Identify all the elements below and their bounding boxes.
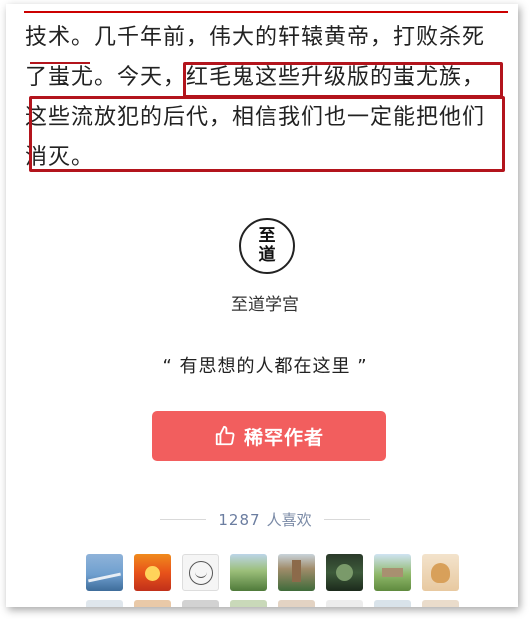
publisher-logo[interactable]: 至 道 [239,218,295,274]
thumbs-up-icon [215,425,235,446]
liker-avatar[interactable] [86,600,123,607]
reward-author-button[interactable]: 稀罕作者 [152,411,386,461]
liker-avatar[interactable] [182,554,219,591]
likes-count: 1287 [218,510,261,529]
article-text-history: 几千年前，伟大的轩辕黄帝，打败杀死 [94,25,486,50]
highlight-underline [30,62,90,64]
liker-avatar[interactable] [422,554,459,591]
liker-avatar[interactable] [134,600,171,607]
reward-button-label: 稀罕作者 [243,426,324,449]
liker-avatar[interactable] [278,600,315,607]
likes-divider-left [160,519,207,520]
article-line-1: 技术。几千年前，伟大的轩辕黄帝，打败杀死 [25,18,505,58]
liker-avatars [86,554,459,591]
liker-avatar[interactable] [278,554,315,591]
publisher-name[interactable]: 至道学宫 [6,290,518,315]
top-red-rule [24,11,508,13]
highlight-box-top [183,62,503,98]
liker-avatar[interactable] [230,600,267,607]
liker-avatar[interactable] [182,600,219,607]
liker-avatars-row-2 [86,600,459,607]
likes-divider-right [323,519,370,520]
article-text-today: 了蚩尤。今天， [25,65,187,90]
liker-avatar[interactable] [374,600,411,607]
highlight-box-bottom [29,96,505,172]
liker-avatar[interactable] [134,554,171,591]
likes-summary: 1287 人喜欢 [6,509,518,530]
liker-avatar[interactable] [326,554,363,591]
liker-avatar[interactable] [326,600,363,607]
publisher-slogan: “ 有思想的人都在这里 ” [162,356,368,377]
likes-suffix: 人喜欢 [266,511,312,529]
logo-char-bottom: 道 [258,245,276,265]
screenshot-frame: 技术。几千年前，伟大的轩辕黄帝，打败杀死 了蚩尤。今天，红毛鬼这些升级版的蚩尤族… [6,4,518,607]
logo-char-top: 至 [258,226,276,246]
liker-avatar[interactable] [230,554,267,591]
liker-avatar[interactable] [86,554,123,591]
article-text-tech: 技术。 [25,25,95,50]
liker-avatar[interactable] [422,600,459,607]
liker-avatar[interactable] [374,554,411,591]
